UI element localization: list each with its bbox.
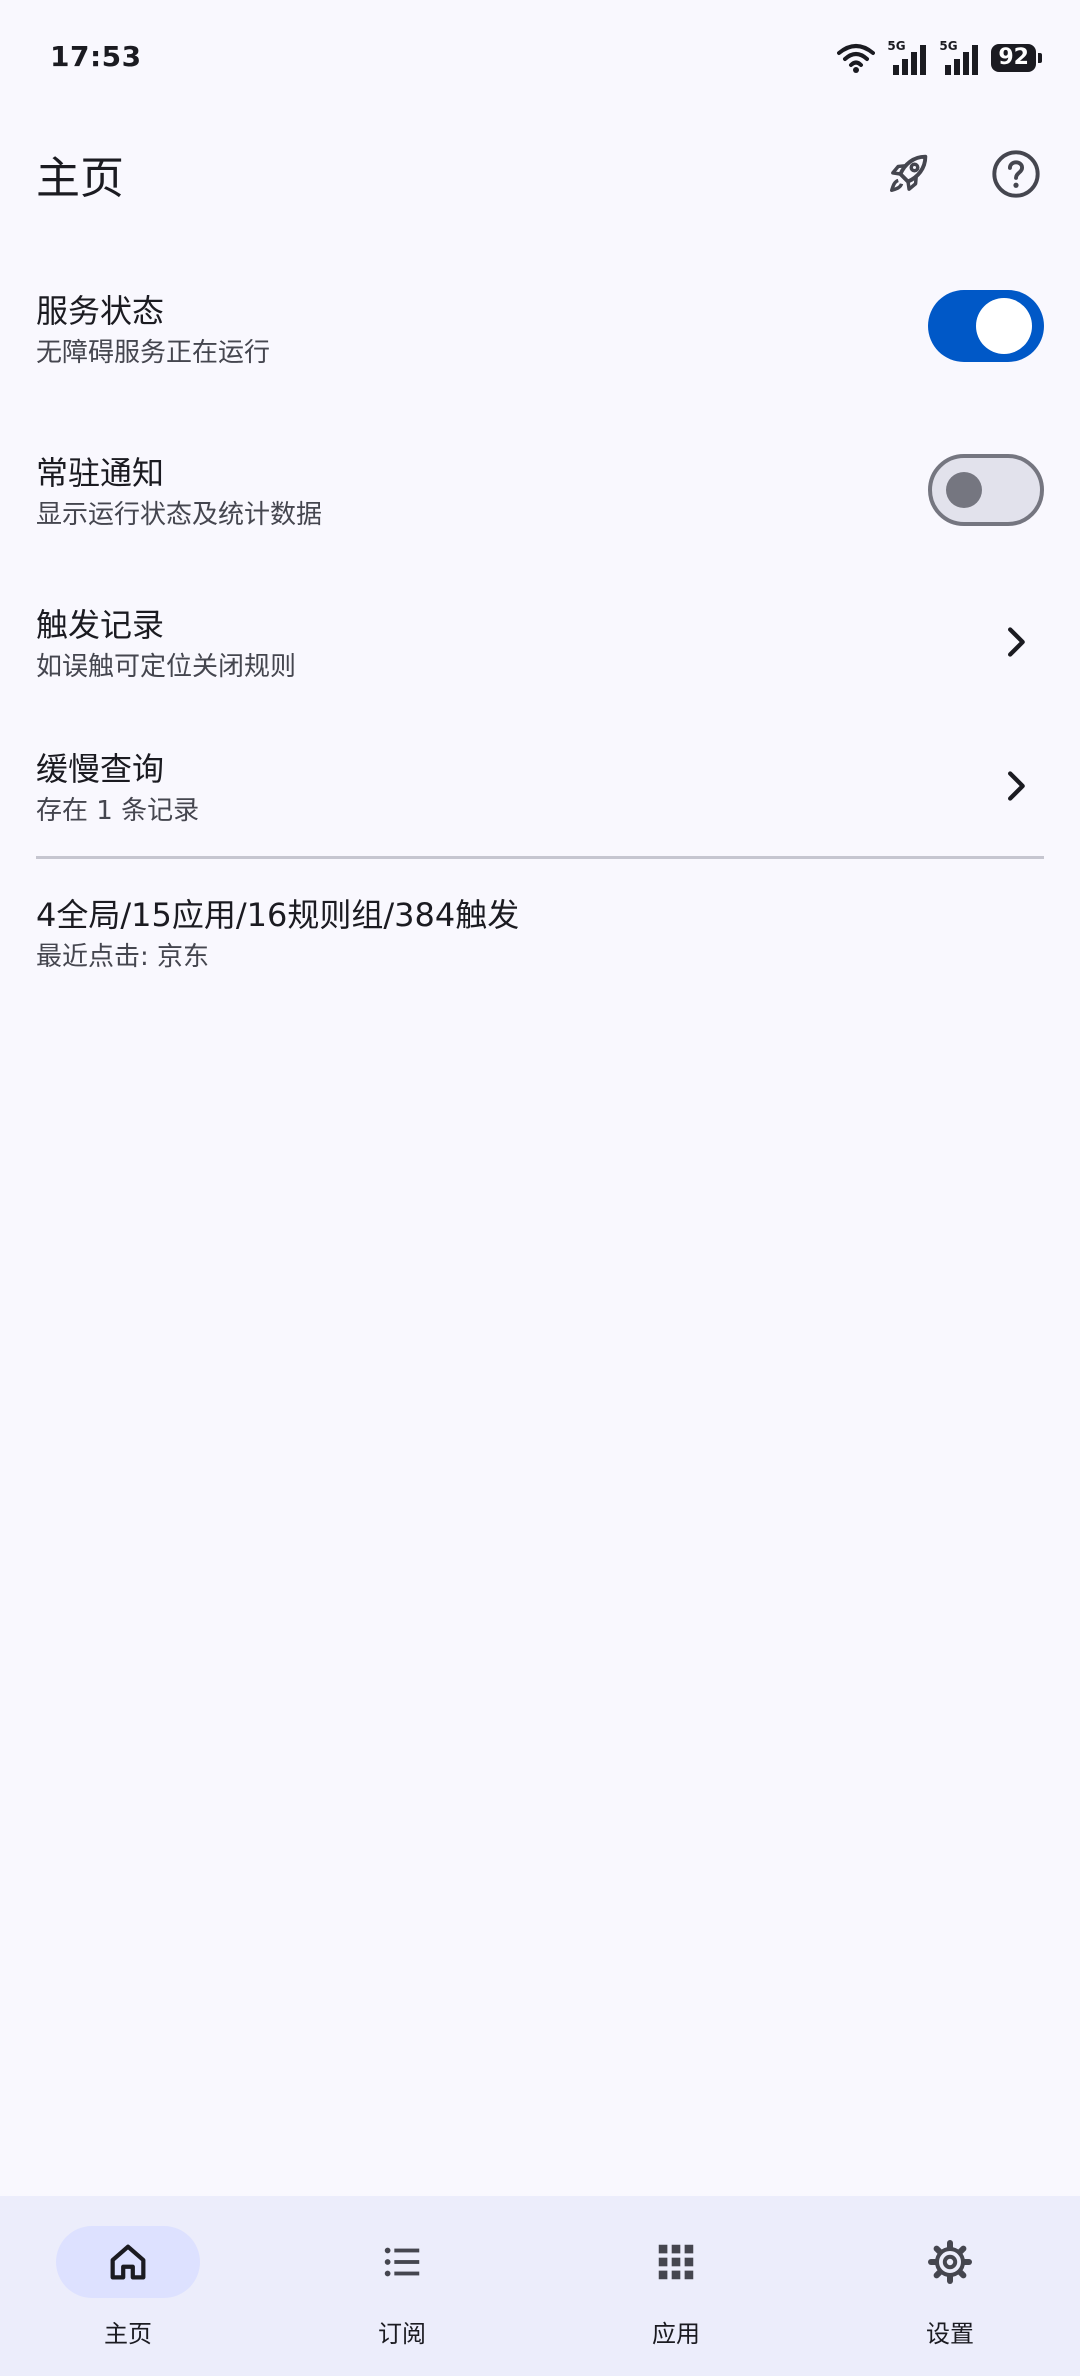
wifi-icon [837, 44, 876, 73]
nav-label-subscriptions: 订阅 [378, 2320, 426, 2348]
service-status-toggle[interactable] [928, 290, 1044, 362]
summary-section[interactable]: 4全局/15应用/16规则组/384触发 最近点击: 京东 [36, 890, 1044, 990]
battery-level: 92 [991, 44, 1042, 72]
cellular-signal-2-icon: 5G [939, 39, 979, 75]
service-status-subtitle: 无障碍服务正在运行 [36, 338, 271, 368]
chevron-right-icon [1008, 627, 1025, 657]
last-click-info: 最近点击: 京东 [36, 942, 210, 972]
gear-icon [928, 2240, 972, 2284]
trigger-log-subtitle: 如误触可定位关闭规则 [36, 652, 297, 682]
persistent-notification-title: 常驻通知 [36, 454, 165, 492]
persistent-notification-row[interactable]: 常驻通知 显示运行状态及统计数据 [36, 448, 1044, 548]
status-time: 17:53 [50, 40, 142, 73]
toggle-knob [946, 472, 982, 508]
list-icon [384, 2247, 420, 2277]
divider [36, 856, 1044, 859]
help-button[interactable] [982, 140, 1050, 208]
page-title: 主页 [36, 153, 124, 204]
apps-grid-icon [658, 2244, 694, 2280]
cellular-signal-1-icon: 5G [887, 39, 927, 75]
slow-query-row[interactable]: 缓慢查询 存在 1 条记录 [36, 744, 1044, 844]
nav-label-home: 主页 [104, 2320, 152, 2348]
bottom-navigation: 主页 订阅 应用 设置 [0, 2196, 1080, 2376]
help-circle-icon [992, 150, 1040, 198]
trigger-log-row[interactable]: 触发记录 如误触可定位关闭规则 [36, 600, 1044, 700]
trigger-log-title: 触发记录 [36, 606, 165, 644]
slow-query-subtitle: 存在 1 条记录 [36, 796, 200, 826]
chevron-right-icon [1008, 771, 1025, 801]
nav-item-apps[interactable]: 应用 [576, 2226, 776, 2356]
nav-item-subscriptions[interactable]: 订阅 [302, 2226, 502, 2356]
nav-item-home[interactable]: 主页 [28, 2226, 228, 2356]
slow-query-title: 缓慢查询 [36, 750, 165, 788]
home-icon [110, 2244, 146, 2280]
launch-button[interactable] [874, 140, 942, 208]
nav-label-apps: 应用 [652, 2320, 700, 2348]
system-icons: 5G 5G 92 [837, 39, 1042, 76]
service-status-row[interactable]: 服务状态 无障碍服务正在运行 [36, 286, 1044, 386]
persistent-notification-toggle[interactable] [928, 454, 1044, 526]
top-app-bar: 主页 [0, 120, 1080, 228]
persistent-notification-subtitle: 显示运行状态及统计数据 [36, 500, 323, 530]
nav-item-settings[interactable]: 设置 [850, 2226, 1050, 2356]
service-status-title: 服务状态 [36, 292, 165, 330]
rules-stats: 4全局/15应用/16规则组/384触发 [36, 896, 520, 934]
rocket-icon [890, 154, 928, 192]
nav-label-settings: 设置 [926, 2320, 974, 2348]
toggle-knob [976, 298, 1032, 354]
nav-active-indicator [56, 2226, 200, 2298]
status-bar: 17:53 5G 5G 92 [0, 0, 1080, 120]
